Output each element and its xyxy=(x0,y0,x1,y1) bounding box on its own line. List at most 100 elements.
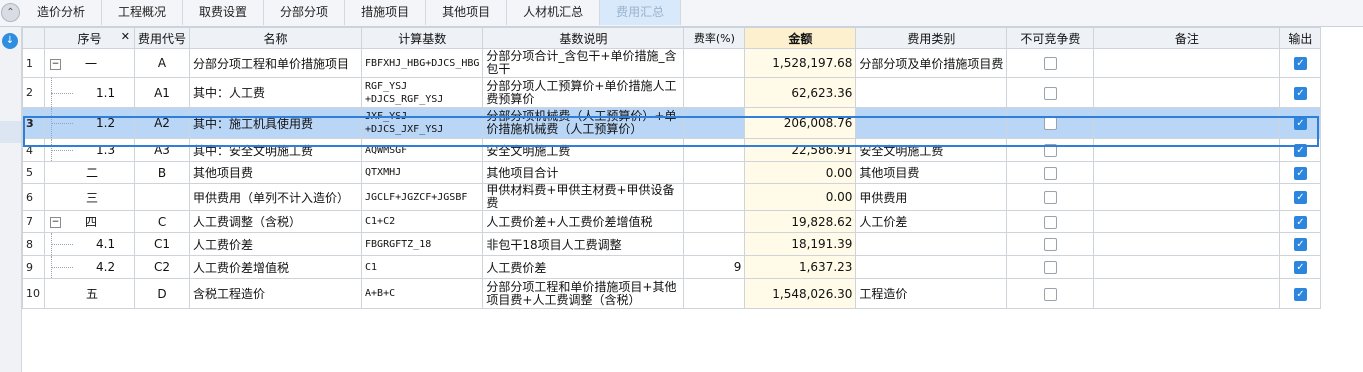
code-cell[interactable]: D xyxy=(133,278,191,309)
noncomp-cell[interactable] xyxy=(1006,255,1095,279)
noncomp-checkbox[interactable] xyxy=(1043,215,1057,229)
noncomp-checkbox[interactable] xyxy=(1043,166,1057,180)
base-desc-cell[interactable]: 甲供材料费+甲供主材费+甲供设备费 xyxy=(482,183,685,211)
base-cell[interactable]: JGCLF+JGZCF+JGSBF xyxy=(361,183,484,211)
base-cell[interactable]: FBGRGFTZ_18 xyxy=(361,232,484,256)
category-cell[interactable] xyxy=(855,107,1008,139)
code-cell[interactable]: A xyxy=(133,48,191,78)
base-cell[interactable]: AQWMSGF xyxy=(361,138,484,162)
rate-cell[interactable]: 9 xyxy=(683,255,746,279)
seq-cell[interactable]: 1.3 xyxy=(44,138,135,162)
output-checkbox[interactable]: ✓ xyxy=(1293,166,1307,180)
category-cell[interactable]: 分部分项及单价措施项目费 xyxy=(855,48,1008,78)
name-cell[interactable]: 其中：人工费 xyxy=(189,77,363,108)
chevron-up-icon[interactable]: ⌃ xyxy=(1,3,20,22)
base-desc-cell[interactable]: 人工费价差+人工费价差增值税 xyxy=(482,210,685,233)
remark-cell[interactable] xyxy=(1093,161,1281,184)
close-icon[interactable]: ✕ xyxy=(121,30,130,43)
noncomp-checkbox[interactable] xyxy=(1043,287,1057,301)
noncomp-cell[interactable] xyxy=(1006,138,1095,162)
collapse-icon[interactable]: − xyxy=(50,58,61,70)
noncomp-cell[interactable] xyxy=(1006,107,1095,139)
base-cell[interactable]: A+B+C xyxy=(361,278,484,309)
header-category[interactable]: 费用类别 xyxy=(855,27,1008,49)
table-row[interactable]: 4 1.3 A3 其中：安全文明施工费 AQWMSGF 安全文明施工费 22,586.91 安… xyxy=(22,138,1322,162)
output-cell[interactable]: ✓ xyxy=(1279,255,1322,279)
noncomp-checkbox[interactable] xyxy=(1043,238,1057,251)
noncomp-checkbox[interactable] xyxy=(1043,57,1057,70)
tab-2[interactable]: 取费设置 xyxy=(183,0,265,25)
name-cell[interactable]: 甲供费用（单列不计入造价） xyxy=(189,183,363,211)
base-desc-cell[interactable]: 其他项目合计 xyxy=(482,161,685,184)
base-desc-cell[interactable]: 分部分项合计_含包干+单价措施_含包干 xyxy=(482,48,685,78)
seq-cell[interactable]: 三 xyxy=(44,183,135,211)
base-cell[interactable]: QTXMHJ xyxy=(361,161,484,184)
remark-cell[interactable] xyxy=(1093,107,1281,139)
remark-cell[interactable] xyxy=(1093,48,1281,78)
base-cell[interactable]: C1+C2 xyxy=(361,210,484,233)
name-cell[interactable]: 其中：施工机具使用费 xyxy=(189,107,363,139)
tab-5[interactable]: 其他项目 xyxy=(426,0,508,25)
header-code[interactable]: 费用代号 xyxy=(133,27,191,49)
tab-3[interactable]: 分部分项 xyxy=(264,0,346,25)
base-cell[interactable]: RGF_YSJ +DJCS_RGF_YSJ xyxy=(361,77,484,108)
seq-cell[interactable]: 1.1 xyxy=(44,77,135,108)
header-remark[interactable]: 备注 xyxy=(1093,27,1281,49)
name-cell[interactable]: 其他项目费 xyxy=(189,161,363,184)
base-desc-cell[interactable]: 分部分项人工预算价+单价措施人工费预算价 xyxy=(482,77,685,108)
output-checkbox[interactable]: ✓ xyxy=(1293,57,1307,70)
table-row[interactable]: 6 三 甲供费用（单列不计入造价） JGCLF+JGZCF+JGSBF 甲供材料费+甲供… xyxy=(22,183,1322,211)
tab-4[interactable]: 措施项目 xyxy=(345,0,427,25)
seq-cell[interactable]: 五 xyxy=(44,278,135,309)
noncomp-cell[interactable] xyxy=(1006,278,1095,309)
header-rate[interactable]: 费率(%) xyxy=(683,27,746,49)
rate-cell[interactable] xyxy=(683,161,746,184)
header-noncomp[interactable]: 不可竞争费 xyxy=(1006,27,1095,49)
rate-cell[interactable] xyxy=(683,138,746,162)
header-amount[interactable]: 金额 xyxy=(744,27,857,49)
noncomp-checkbox[interactable] xyxy=(1043,261,1057,274)
category-cell[interactable] xyxy=(855,77,1008,108)
rate-cell[interactable] xyxy=(683,210,746,233)
code-cell[interactable] xyxy=(133,183,191,211)
seq-cell[interactable]: − 四 xyxy=(44,210,135,233)
collapse-icon[interactable]: − xyxy=(50,217,61,228)
output-cell[interactable]: ✓ xyxy=(1279,210,1322,233)
remark-cell[interactable] xyxy=(1093,232,1281,256)
base-cell[interactable]: C1 xyxy=(361,255,484,279)
output-cell[interactable]: ✓ xyxy=(1279,278,1322,309)
base-desc-cell[interactable]: 分部分项机械费（人工预算价）+单价措施机械费（人工预算价） xyxy=(482,107,685,139)
name-cell[interactable]: 分部分项工程和单价措施项目 xyxy=(189,48,363,78)
output-cell[interactable]: ✓ xyxy=(1279,183,1322,211)
seq-cell[interactable]: 二 xyxy=(44,161,135,184)
code-cell[interactable]: A1 xyxy=(133,77,191,108)
base-desc-cell[interactable]: 人工费价差 xyxy=(482,255,685,279)
output-cell[interactable]: ✓ xyxy=(1279,138,1322,162)
output-checkbox[interactable]: ✓ xyxy=(1293,238,1307,251)
code-cell[interactable]: A2 xyxy=(133,107,191,139)
name-cell[interactable]: 人工费价差增值税 xyxy=(189,255,363,279)
noncomp-cell[interactable] xyxy=(1006,210,1095,233)
output-checkbox[interactable]: ✓ xyxy=(1293,86,1307,100)
base-cell[interactable]: FBFXHJ_HBG+DJCS_HBG xyxy=(361,48,484,78)
name-cell[interactable]: 人工费调整（含税） xyxy=(189,210,363,233)
output-checkbox[interactable]: ✓ xyxy=(1293,144,1307,157)
code-cell[interactable]: C1 xyxy=(133,232,191,256)
name-cell[interactable]: 人工费价差 xyxy=(189,232,363,256)
table-row[interactable]: 9 4.2 C2 人工费价差增值税 C1 人工费价差 9 1,637.23 ✓ xyxy=(22,255,1322,279)
output-cell[interactable]: ✓ xyxy=(1279,77,1322,108)
base-desc-cell[interactable]: 安全文明施工费 xyxy=(482,138,685,162)
noncomp-checkbox[interactable] xyxy=(1043,191,1057,204)
seq-cell[interactable]: 1.2 xyxy=(44,107,135,139)
noncomp-checkbox[interactable] xyxy=(1043,144,1057,157)
remark-cell[interactable] xyxy=(1093,138,1281,162)
category-cell[interactable] xyxy=(855,232,1008,256)
table-row[interactable]: 10 五 D 含税工程造价 A+B+C 分部分项工程和单价措施项目+其他项目费+人工费调整… xyxy=(22,278,1322,309)
table-row[interactable]: 3 1.2 A2 其中：施工机具使用费 JXF_YSJ +DJCS_JXF_YSJ 分部分… xyxy=(22,107,1322,139)
output-checkbox[interactable]: ✓ xyxy=(1293,287,1307,301)
noncomp-cell[interactable] xyxy=(1006,77,1095,108)
tab-1[interactable]: 工程概况 xyxy=(102,0,184,25)
category-cell[interactable] xyxy=(855,255,1008,279)
download-icon[interactable]: ↓ xyxy=(2,33,18,49)
code-cell[interactable]: A3 xyxy=(133,138,191,162)
